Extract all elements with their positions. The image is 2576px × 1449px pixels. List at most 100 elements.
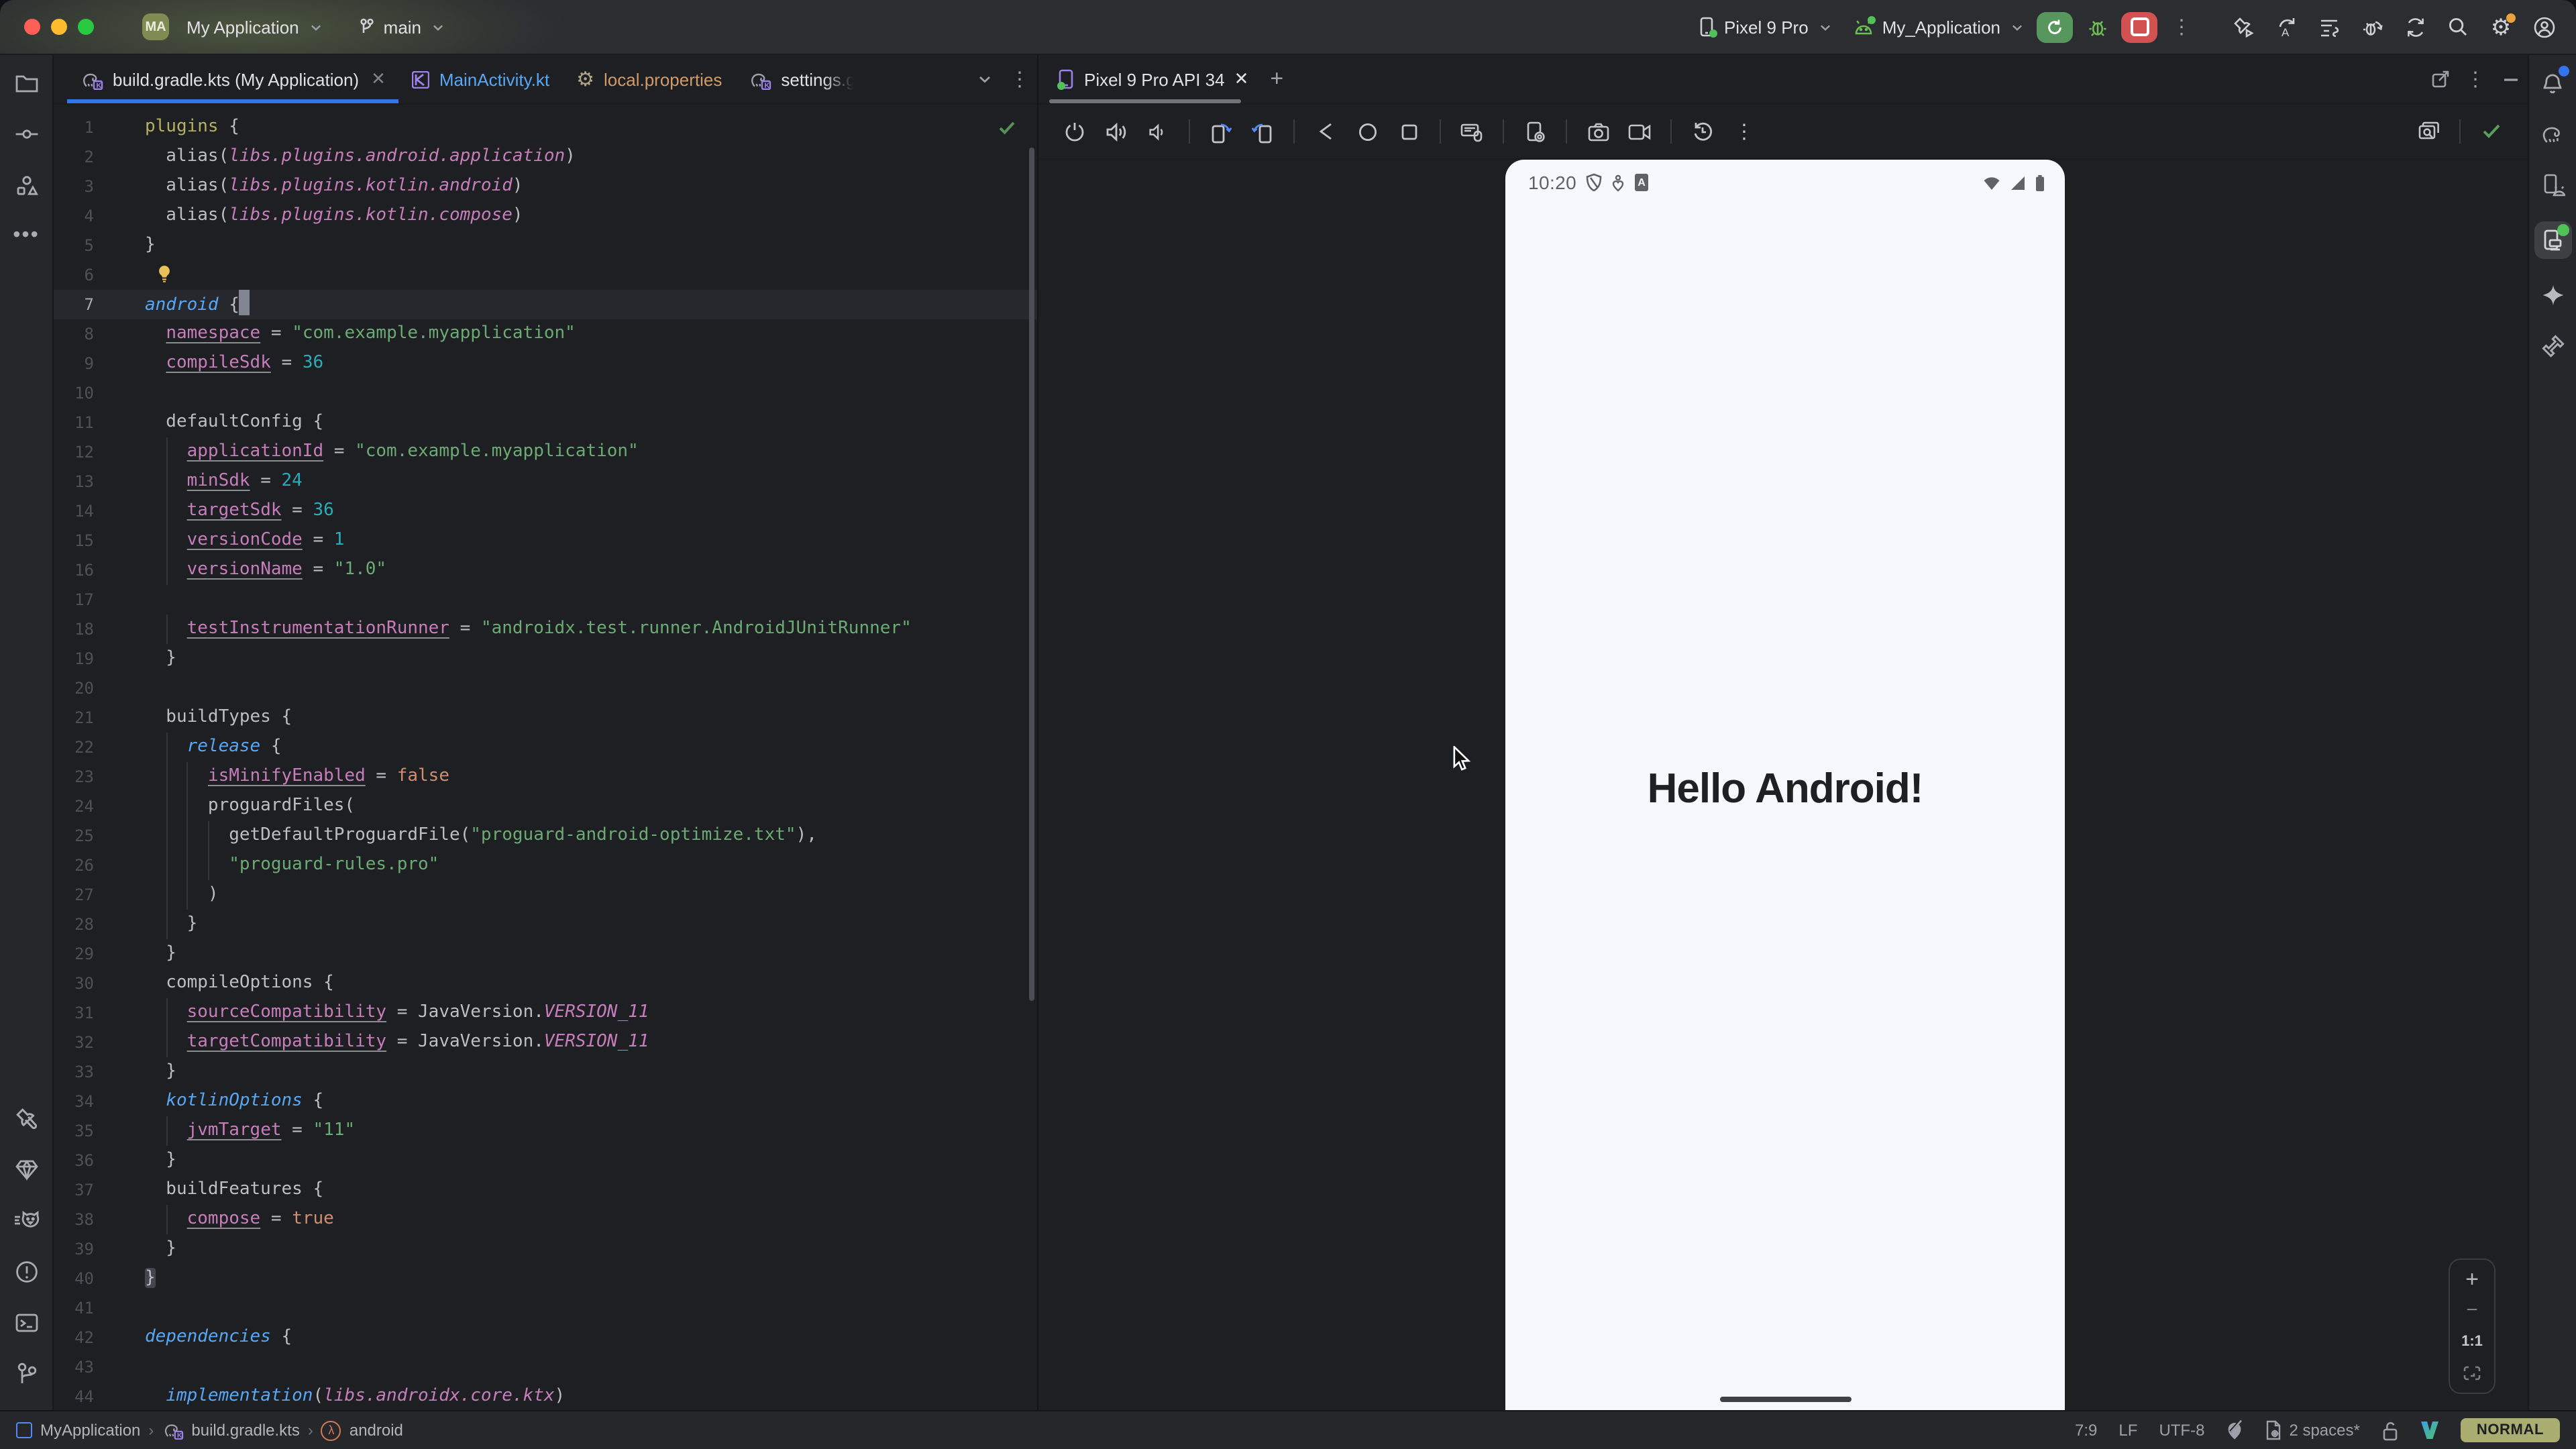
code-line-37[interactable]: 37 buildFeatures { — [54, 1175, 1037, 1205]
gemini-tool-button[interactable] — [2538, 280, 2567, 310]
breadcrumb-file[interactable]: build.gradle.kts — [191, 1421, 299, 1440]
terminal-tool-button[interactable] — [11, 1308, 41, 1338]
code-line-5[interactable]: 5} — [54, 231, 1037, 260]
code-line-22[interactable]: 22 release { — [54, 733, 1037, 762]
screen-record-button[interactable] — [1622, 114, 1657, 149]
code-line-9[interactable]: 9 compileSdk = 36 — [54, 349, 1037, 378]
code-line-11[interactable]: 11 defaultConfig { — [54, 408, 1037, 437]
inspections-ok-check-icon[interactable] — [998, 121, 1016, 136]
profile-button[interactable] — [2525, 9, 2563, 44]
code-line-3[interactable]: 3 alias(libs.plugins.kotlin.android) — [54, 172, 1037, 201]
app-inspection-tool-button[interactable] — [11, 1155, 41, 1185]
code-line-35[interactable]: 35 jvmTarget = "11" — [54, 1116, 1037, 1146]
sync-gradle-button[interactable] — [2396, 9, 2434, 44]
code-line-7[interactable]: 7android { — [54, 290, 1037, 319]
app-quality-insights-tool-button[interactable] — [2538, 331, 2567, 361]
device-settings-button[interactable] — [1517, 114, 1552, 149]
code-line-18[interactable]: 18 testInstrumentationRunner = "androidx… — [54, 614, 1037, 644]
code-line-28[interactable]: 28 } — [54, 910, 1037, 939]
gradle-tool-button[interactable] — [2538, 119, 2567, 149]
commit-tool-button[interactable] — [11, 119, 41, 149]
tab-settings-gradle[interactable]: K settings.g — [735, 55, 869, 103]
tab-local-properties[interactable]: ⚙ local.properties — [563, 55, 735, 103]
device-pane-options-button[interactable]: ⋮ — [2458, 55, 2493, 103]
code-line-42[interactable]: 42dependencies { — [54, 1323, 1037, 1352]
code-line-14[interactable]: 14 targetSdk = 36 — [54, 496, 1037, 526]
volume-down-button[interactable] — [1140, 114, 1175, 149]
code-line-31[interactable]: 31 sourceCompatibility = JavaVersion.VER… — [54, 998, 1037, 1028]
device-manager-tool-button[interactable] — [2538, 170, 2567, 200]
inspection-highlights-widget[interactable] — [2226, 1419, 2243, 1441]
code-line-6[interactable]: 6 — [54, 260, 1037, 290]
close-tab-icon[interactable]: ✕ — [371, 68, 386, 90]
close-window-button[interactable] — [24, 19, 40, 35]
tab-build-gradle-kts[interactable]: K build.gradle.kts (My Application) ✕ — [67, 55, 399, 103]
code-line-44[interactable]: 44 implementation(libs.androidx.core.ktx… — [54, 1382, 1037, 1410]
overview-button[interactable] — [1391, 114, 1426, 149]
zoom-1-1-button[interactable]: 1:1 — [2461, 1334, 2483, 1350]
rerun-button[interactable] — [2037, 11, 2073, 42]
encoding-widget[interactable]: UTF-8 — [2159, 1421, 2204, 1440]
build-tool-button[interactable] — [11, 1104, 41, 1134]
code-line-33[interactable]: 33 } — [54, 1057, 1037, 1087]
volume-up-button[interactable] — [1099, 114, 1134, 149]
code-line-40[interactable]: 40} — [54, 1264, 1037, 1293]
code-line-15[interactable]: 15 versionCode = 1 — [54, 526, 1037, 555]
home-button[interactable] — [1350, 114, 1385, 149]
project-tool-button[interactable] — [11, 68, 41, 98]
notifications-tool-button[interactable] — [2538, 68, 2567, 98]
code-line-27[interactable]: 27 ) — [54, 880, 1037, 910]
code-line-4[interactable]: 4 alias(libs.plugins.kotlin.compose) — [54, 201, 1037, 231]
build-button[interactable] — [2224, 9, 2262, 44]
code-line-17[interactable]: 17 — [54, 585, 1037, 614]
running-devices-tool-button[interactable] — [2534, 221, 2571, 259]
run-configuration-selector[interactable]: My_Application — [1845, 11, 2031, 42]
stop-button[interactable] — [2121, 11, 2157, 42]
vcs-branch-selector[interactable]: main — [349, 11, 452, 42]
minimize-window-button[interactable] — [51, 19, 67, 35]
code-line-21[interactable]: 21 buildTypes { — [54, 703, 1037, 733]
code-editor[interactable]: 1plugins {2 alias(libs.plugins.android.a… — [54, 105, 1037, 1410]
structure-tool-button[interactable] — [11, 170, 41, 200]
close-tab-icon[interactable]: ✕ — [1234, 68, 1249, 90]
code-line-8[interactable]: 8 namespace = "com.example.myapplication… — [54, 319, 1037, 349]
tab-mainactivity-kt[interactable]: MainActivity.kt — [399, 55, 563, 103]
caret-position-widget[interactable]: 7:9 — [2075, 1421, 2097, 1440]
apply-code-changes-button[interactable] — [2310, 9, 2348, 44]
attach-debugger-button[interactable] — [2353, 9, 2391, 44]
ideavim-widget[interactable] — [2420, 1421, 2439, 1440]
vim-mode-badge[interactable]: NORMAL — [2461, 1418, 2560, 1442]
snapshot-restore-button[interactable] — [1685, 114, 1720, 149]
hide-pane-button[interactable] — [2493, 55, 2528, 103]
code-line-34[interactable]: 34 kotlinOptions { — [54, 1087, 1037, 1116]
rotate-right-button[interactable] — [1245, 114, 1280, 149]
code-line-43[interactable]: 43 — [54, 1352, 1037, 1382]
code-line-41[interactable]: 41 — [54, 1293, 1037, 1323]
code-line-25[interactable]: 25 getDefaultProguardFile("proguard-andr… — [54, 821, 1037, 851]
project-selector[interactable]: My Application — [178, 11, 330, 42]
zoom-out-button[interactable]: − — [2466, 1304, 2478, 1318]
code-line-23[interactable]: 23 isMinifyEnabled = false — [54, 762, 1037, 792]
code-line-13[interactable]: 13 minSdk = 24 — [54, 467, 1037, 496]
rotate-left-button[interactable] — [1203, 114, 1238, 149]
version-control-tool-button[interactable] — [11, 1359, 41, 1389]
indent-widget[interactable]: 2 spaces* — [2265, 1419, 2359, 1441]
hidden-tabs-dropdown[interactable] — [967, 55, 1002, 103]
zoom-in-button[interactable]: + — [2465, 1272, 2479, 1288]
snapshots-button[interactable] — [2411, 114, 2446, 149]
editor-tab-options-button[interactable]: ⋮ — [1002, 55, 1037, 103]
code-line-38[interactable]: 38 compose = true — [54, 1205, 1037, 1234]
breadcrumb-element[interactable]: android — [350, 1421, 403, 1440]
code-line-24[interactable]: 24 proguardFiles( — [54, 792, 1037, 821]
emulator-more-button[interactable]: ⋮ — [1727, 114, 1762, 149]
line-ending-widget[interactable]: LF — [2118, 1421, 2137, 1440]
code-line-32[interactable]: 32 targetCompatibility = JavaVersion.VER… — [54, 1028, 1037, 1057]
code-line-29[interactable]: 29 } — [54, 939, 1037, 969]
tab-pixel-9-pro-api-34[interactable]: Pixel 9 Pro API 34 ✕ — [1049, 55, 1259, 103]
emulator-screen[interactable]: 10:20 A Hello Android! — [1505, 160, 2065, 1410]
code-line-16[interactable]: 16 versionName = "1.0" — [54, 555, 1037, 585]
code-line-10[interactable]: 10 — [54, 378, 1037, 408]
power-button[interactable] — [1057, 114, 1092, 149]
zoom-window-button[interactable] — [78, 19, 94, 35]
breadcrumb-project[interactable]: MyApplication — [40, 1421, 140, 1440]
